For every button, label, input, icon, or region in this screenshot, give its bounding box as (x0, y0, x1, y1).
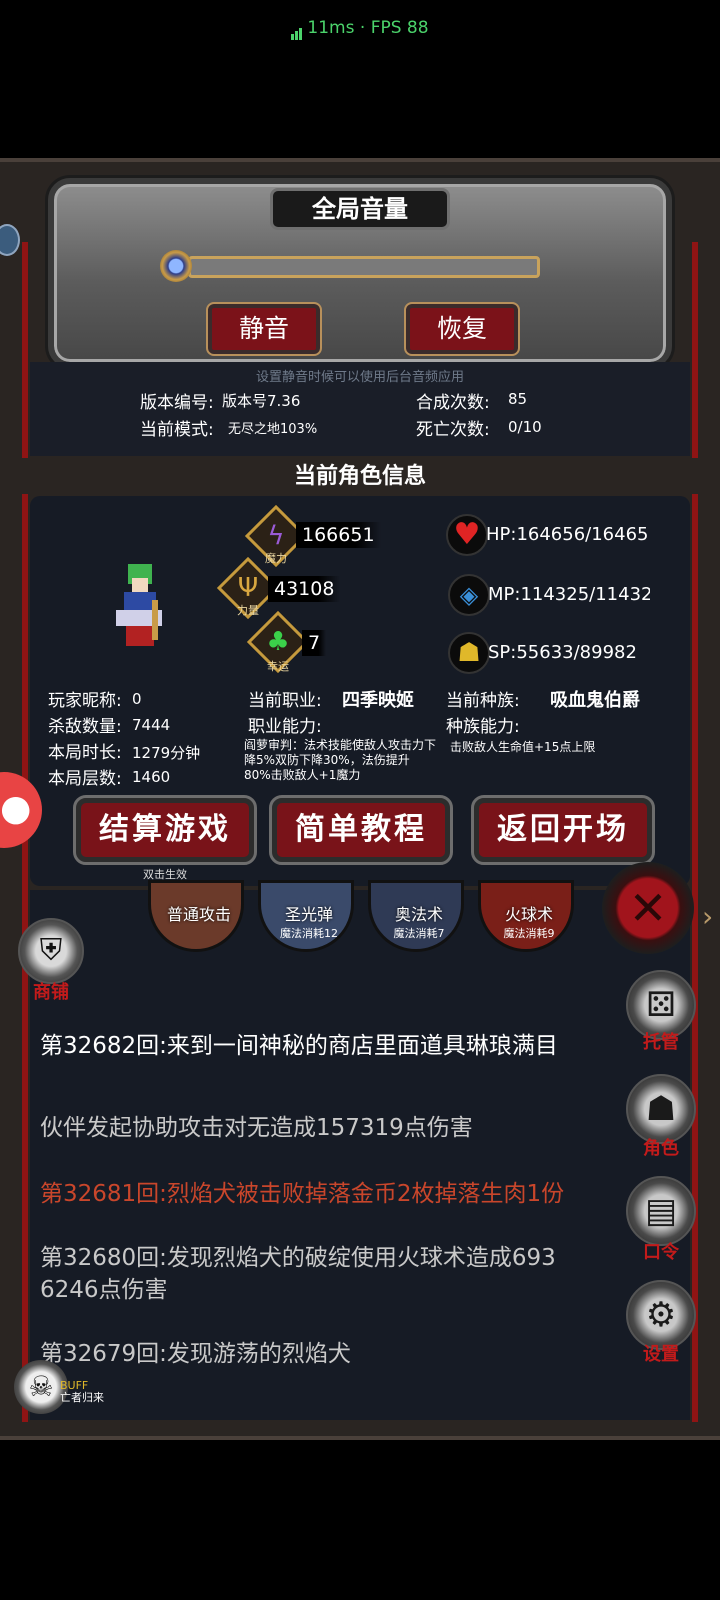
race-label: 当前种族: (446, 691, 520, 711)
job-value: 四季映姬 (342, 690, 414, 711)
heart-icon: ♥ (453, 517, 481, 552)
mode-label: 当前模式: (140, 420, 214, 440)
death-label: 死亡次数: (416, 420, 490, 440)
settle-game-button[interactable]: 结算游戏 (73, 795, 257, 865)
race-ability-label: 种族能力: (446, 717, 520, 737)
skill-cost: 魔法消耗7 (393, 927, 445, 940)
role-label: 角色 (643, 1138, 679, 1159)
strength-icon: ☗ (457, 638, 481, 668)
strength-stat-name: 力量 (237, 604, 259, 617)
job-ability-text: 阎萝审判：法术技能使敌人攻击力下降5%双防下降30%，法伤提升80%击败敌人+1… (244, 738, 437, 782)
character-sprite (116, 564, 162, 646)
floor-value: 1460 (132, 768, 171, 786)
magic-stat-value: 166651 (296, 522, 381, 548)
auto-label: 托管 (643, 1032, 679, 1053)
luck-stat-value: 7 (302, 630, 327, 656)
code-label: 口令 (643, 1242, 679, 1263)
volume-hint: 设置静音时候可以使用后台音频应用 (255, 370, 464, 385)
skill-cost: 魔法消耗9 (503, 927, 555, 940)
floor-label: 本局层数: (48, 769, 122, 789)
mana-icon: ◈ (459, 581, 479, 609)
nickname-value: 0 (132, 690, 142, 708)
log-line: 第32682回:来到一间神秘的商店里面道具琳琅满目 (40, 1033, 558, 1059)
skill-cost: 魔法消耗12 (280, 927, 338, 940)
shop-label: 商铺 (33, 982, 69, 1003)
status-separator: · (359, 18, 366, 38)
buff-desc: 亡者归来 (60, 1391, 104, 1404)
log-line: 伙伴发起协助攻击对无造成157319点伤害 (40, 1115, 473, 1141)
log-line: 第32680回:发现烈焰犬的破绽使用火球术造成693 (40, 1245, 556, 1271)
skill-name: 圣光弹 (284, 905, 333, 924)
sp-value: SP:55633/89982 (488, 642, 637, 663)
settings-label: 设置 (643, 1344, 679, 1365)
shop-icon: ⛨ (39, 933, 63, 968)
craft-label: 合成次数: (416, 393, 490, 413)
mute-button[interactable]: 静音 (206, 302, 322, 356)
return-start-button[interactable]: 返回开场 (471, 795, 655, 865)
volume-title: 全局音量 (270, 188, 450, 230)
log-line: 第32681回:烈焰犬被击败掉落金币2枚掉落生肉1份 (40, 1181, 565, 1207)
user-icon: ● (0, 788, 32, 829)
mode-value: 无尽之地103% (228, 422, 318, 437)
strength-stat-value: 43108 (268, 576, 341, 602)
skill-name: 火球术 (504, 905, 553, 924)
duration-label: 本局时长: (48, 743, 122, 763)
kills-label: 杀敌数量: (48, 717, 122, 737)
job-label: 当前职业: (248, 691, 322, 711)
version-label: 版本编号: (140, 393, 214, 413)
version-value: 版本号7.36 (222, 392, 301, 410)
volume-slider[interactable] (188, 256, 540, 278)
death-value: 0/10 (508, 418, 542, 436)
skill-name: 普通攻击 (166, 905, 231, 924)
signal-icon (291, 20, 303, 40)
restore-button[interactable]: 恢复 (404, 302, 520, 356)
tutorial-button[interactable]: 简单教程 (269, 795, 453, 865)
volume-slider-knob[interactable] (160, 250, 192, 282)
role-title: 当前角色信息 (293, 464, 426, 489)
race-ability-text: 击败敌人生命值+15点上限 (450, 740, 596, 754)
hp-value: HP:164656/164656 (486, 524, 648, 545)
fps-text: FPS 88 (370, 18, 429, 38)
chevron-right-icon[interactable]: › (702, 900, 713, 933)
buff-label: BUFF 亡者归来 (60, 1380, 104, 1404)
log-line: 第32679回:发现游荡的烈焰犬 (40, 1341, 351, 1367)
close-icon: ✕ (628, 881, 668, 935)
ping-text: 11ms (307, 18, 355, 38)
luck-stat-name: 幸运 (267, 660, 289, 673)
kills-value: 7444 (132, 716, 171, 734)
scroll-icon: ▤ (644, 1191, 678, 1231)
status-bar: 11ms · FPS 88 (0, 18, 720, 40)
skill-name: 奥法术 (394, 905, 443, 924)
nickname-label: 玩家昵称: (48, 691, 122, 711)
magic-stat-name: 魔力 (265, 552, 287, 565)
log-line: 6246点伤害 (40, 1277, 168, 1303)
mp-value: MP:114325/114325 (488, 584, 650, 605)
race-value: 吸血鬼伯爵 (550, 690, 640, 711)
duration-value: 1279分钟 (132, 744, 201, 762)
job-ability-label: 职业能力: (248, 717, 322, 737)
craft-value: 85 (508, 390, 528, 408)
